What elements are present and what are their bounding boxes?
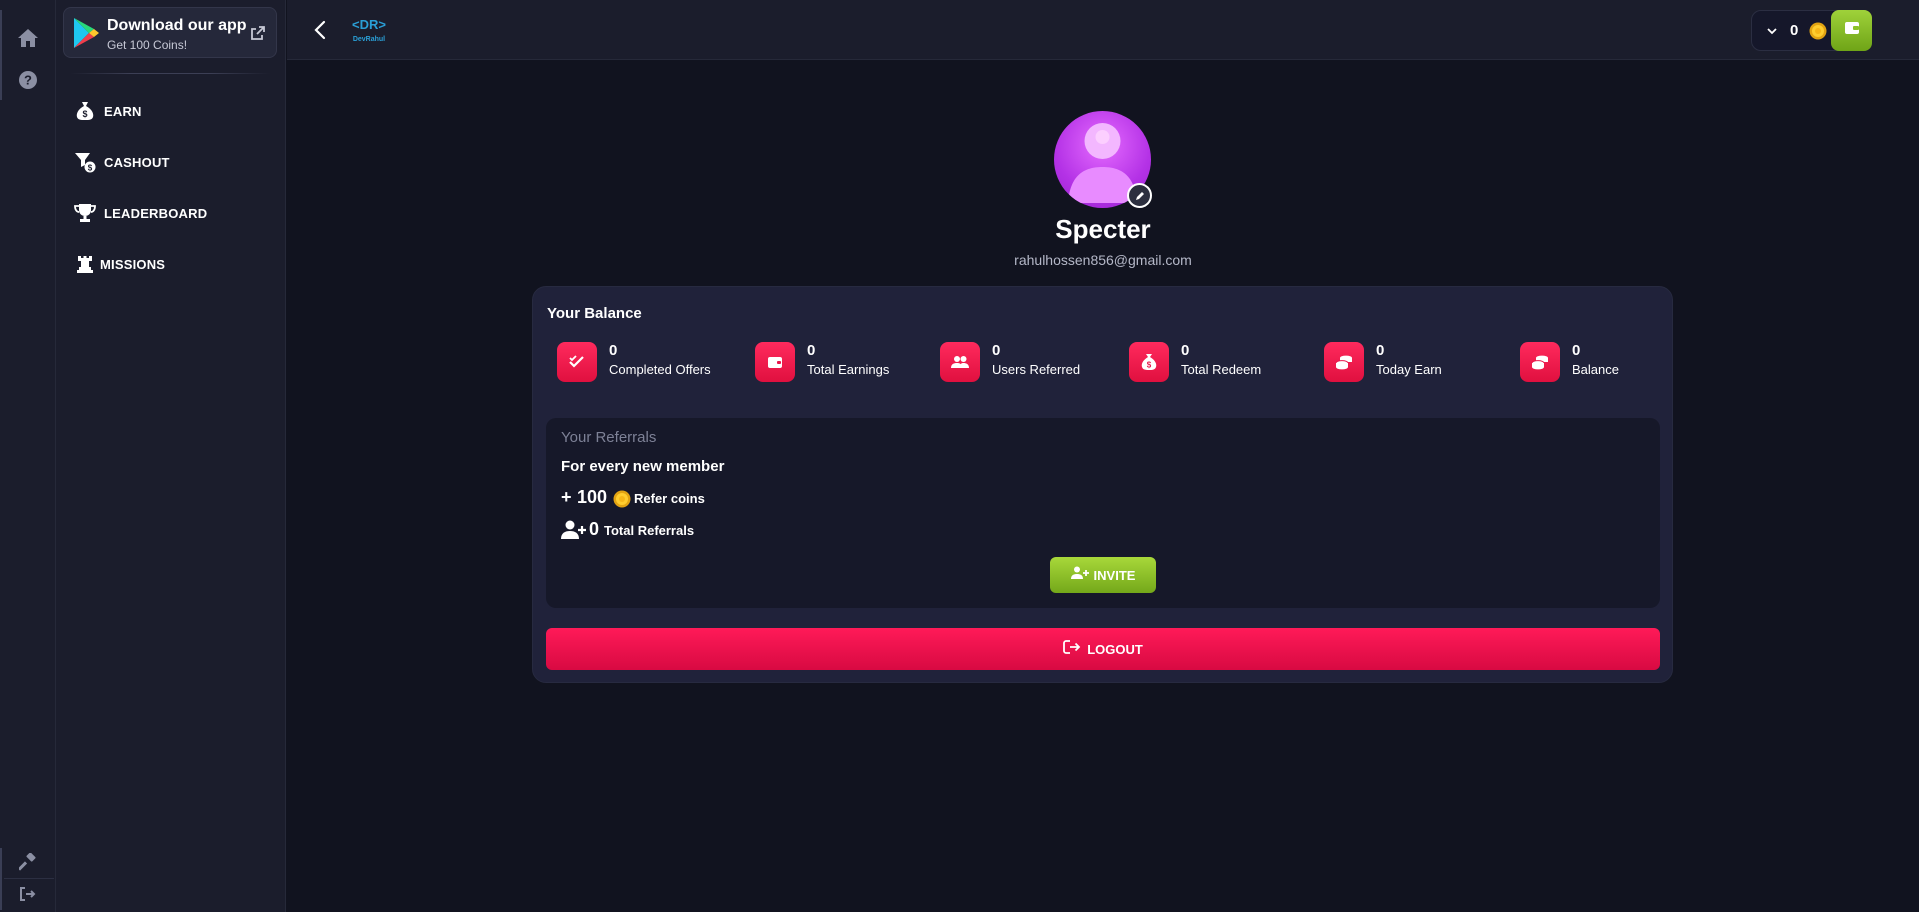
profile-email: rahulhossen856@gmail.com xyxy=(1014,252,1192,268)
sidebar: Download our app Get 100 Coins! $ EARN $… xyxy=(56,0,286,912)
stat-label: Total Earnings xyxy=(807,362,890,377)
sidebar-item-label: EARN xyxy=(104,103,142,119)
stat-value: 0 xyxy=(807,342,816,359)
top-header: <DR> DevRahul 0 xyxy=(287,0,1919,60)
wallet-icon xyxy=(1844,21,1860,40)
sidebar-divider xyxy=(70,73,270,74)
double-check-icon xyxy=(557,342,597,382)
coins-stack-icon xyxy=(1324,342,1364,382)
pencil-icon xyxy=(1135,191,1144,200)
sidebar-item-cashout[interactable]: $ CASHOUT xyxy=(74,149,170,175)
help-icon[interactable]: ? xyxy=(14,66,42,94)
back-button[interactable] xyxy=(307,17,333,43)
wallet-button[interactable] xyxy=(1831,10,1872,51)
hammer-icon[interactable] xyxy=(14,848,42,876)
logout-label: LOGOUT xyxy=(1087,641,1143,657)
total-referrals-count: 0 xyxy=(589,519,600,539)
rail-accent xyxy=(0,10,2,100)
total-referrals-label: Total Referrals xyxy=(604,523,695,538)
app-root: ? Download our app Get 100 Coins! $ EARN… xyxy=(0,0,1919,912)
sidebar-item-label: CASHOUT xyxy=(104,154,170,170)
money-bag-icon: $ xyxy=(1129,342,1169,382)
referrals-panel: Your Referrals For every new member + 10… xyxy=(546,418,1660,608)
balance-card: Your Balance 0 Completed Offers 0 Total … xyxy=(532,286,1673,683)
user-plus-icon xyxy=(561,520,587,545)
download-app-banner[interactable]: Download our app Get 100 Coins! xyxy=(63,7,277,58)
coin-icon xyxy=(1809,22,1827,45)
icon-rail: ? xyxy=(0,0,56,912)
stat-label: Completed Offers xyxy=(609,362,711,377)
referral-plus-sign: + xyxy=(561,487,572,507)
referrals-heading: Your Referrals xyxy=(561,429,657,446)
svg-text:$: $ xyxy=(82,109,87,119)
users-icon xyxy=(940,342,980,382)
download-app-subtitle: Get 100 Coins! xyxy=(107,38,188,52)
money-bag-icon: $ xyxy=(74,100,96,122)
sidebar-item-earn[interactable]: $ EARN xyxy=(74,98,142,124)
svg-text:<DR>: <DR> xyxy=(352,17,386,32)
stat-value: 0 xyxy=(1572,342,1581,359)
brand-logo[interactable]: <DR> DevRahul xyxy=(347,14,391,46)
stat-label: Balance xyxy=(1572,362,1619,377)
stat-label: Users Referred xyxy=(992,362,1081,377)
sign-out-icon xyxy=(1063,639,1081,660)
rail-accent-bottom xyxy=(0,848,2,910)
invite-label: INVITE xyxy=(1093,567,1136,583)
download-app-title: Download our app xyxy=(107,17,247,34)
home-icon[interactable] xyxy=(14,24,42,52)
stat-label: Today Earn xyxy=(1376,362,1442,377)
chevron-left-icon xyxy=(314,20,326,40)
referrals-subheading: For every new member xyxy=(561,458,725,475)
stat-value: 0 xyxy=(1181,342,1190,359)
rail-divider xyxy=(4,878,54,879)
invite-button[interactable]: INVITE xyxy=(1050,557,1156,593)
svg-text:$: $ xyxy=(88,164,93,173)
wallet-icon xyxy=(755,342,795,382)
stat-value: 0 xyxy=(609,342,618,359)
coin-icon xyxy=(613,490,631,513)
balance-title: Your Balance xyxy=(547,305,642,322)
external-link-icon xyxy=(250,25,266,46)
coins-stack-icon xyxy=(1520,342,1560,382)
edit-avatar-button[interactable] xyxy=(1127,183,1152,208)
chevron-down-icon xyxy=(1766,24,1778,42)
logout-button[interactable]: LOGOUT xyxy=(546,628,1660,670)
refer-coins-label: Refer coins xyxy=(634,491,705,506)
google-play-icon xyxy=(72,17,100,54)
svg-text:?: ? xyxy=(24,73,32,88)
referral-reward-amount: 100 xyxy=(577,487,608,507)
stat-value: 0 xyxy=(1376,342,1385,359)
stat-value: 0 xyxy=(992,342,1001,359)
sign-out-icon[interactable] xyxy=(14,880,42,908)
cashout-icon: $ xyxy=(74,151,96,173)
profile-avatar xyxy=(1054,111,1152,208)
stat-label: Total Redeem xyxy=(1181,362,1262,377)
svg-text:$: $ xyxy=(1147,361,1152,370)
user-plus-icon xyxy=(1070,566,1089,585)
profile-name: Specter xyxy=(1055,214,1151,244)
svg-text:DevRahul: DevRahul xyxy=(353,36,385,43)
coin-balance: 0 xyxy=(1790,22,1799,39)
